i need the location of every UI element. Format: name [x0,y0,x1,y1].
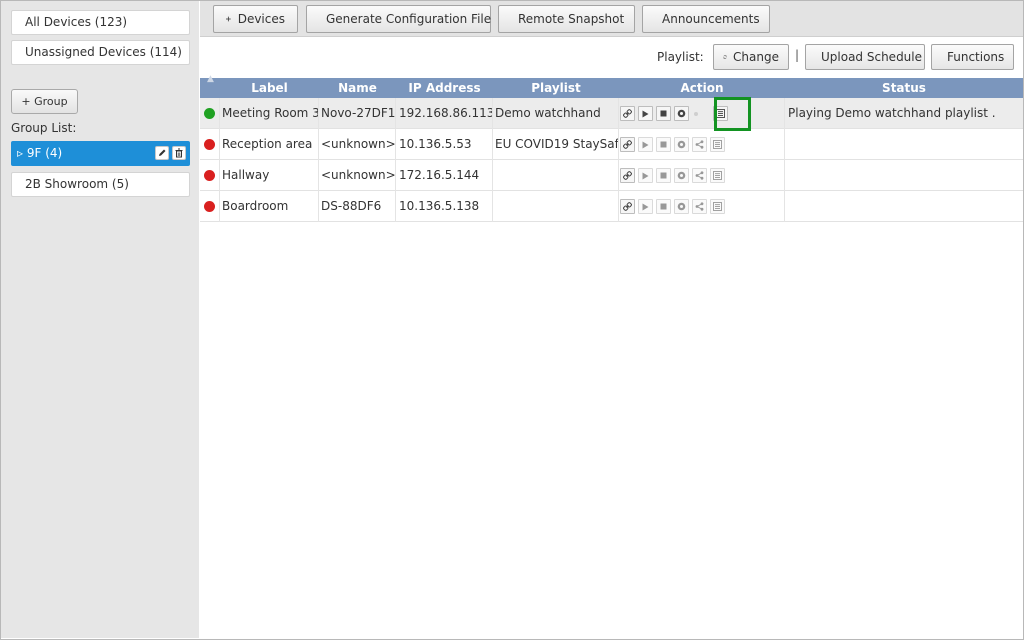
stop-icon [656,137,671,152]
stop-icon [656,199,671,214]
cell-ip: 10.136.5.138 [396,191,493,222]
playlist-label: Playlist: [657,50,704,64]
column-header-action: Action [680,81,724,95]
action-buttons [620,168,725,183]
play-icon [638,199,653,214]
cell-playlist [493,191,619,222]
cell-status [785,160,1023,191]
action-buttons [620,137,725,152]
sort-caret-icon: ▲ [207,74,214,84]
cell-status-indicator [200,98,220,129]
change-label: Change [733,50,779,64]
column-header-status[interactable]: Status [785,78,1023,98]
link-icon[interactable] [620,168,635,183]
gear-icon [674,168,689,183]
gear-icon[interactable] [674,106,689,121]
cell-status [785,129,1023,160]
status-dot-icon [204,139,215,150]
cell-label: Reception area [220,129,319,160]
status-dot-icon [204,170,215,181]
cell-name: <unknown> [319,160,396,191]
column-header-name[interactable]: Name [319,78,396,98]
table-row[interactable]: Boardroom DS-88DF6 10.136.5.138 [200,191,1023,222]
cell-ip: 10.136.5.53 [396,129,493,160]
refresh-icon [723,55,727,59]
cell-status-indicator [200,191,220,222]
cell-label: Meeting Room 3 [220,98,319,129]
functions-button[interactable]: Functions [931,44,1014,70]
table-row[interactable]: Reception area <unknown> 10.136.5.53 EU COV… [200,129,1023,160]
group-item-9f[interactable]: ▹ 9F (4) [11,141,190,166]
cell-status: Playing Demo watchhand playlist . [788,106,996,120]
cell-label: Hallway [220,160,319,191]
remote-snapshot-button[interactable]: Remote Snapshot [498,5,635,33]
cell-status-indicator [200,129,220,160]
group-item-2b-showroom[interactable]: 2B Showroom (5) [11,172,190,197]
all-devices-button[interactable]: All Devices (123) [11,10,190,35]
status-dot-icon [204,108,215,119]
link-icon[interactable] [620,199,635,214]
list-icon [710,168,725,183]
column-header-playlist[interactable]: Playlist [493,78,619,98]
play-icon [638,168,653,183]
trash-icon[interactable] [172,146,186,160]
table-row[interactable]: Meeting Room 3 Novo-27DF1 192.168.86.113 De… [200,98,1023,129]
cell-playlist: Demo watchhand [493,98,619,129]
unassigned-devices-button[interactable]: Unassigned Devices (114) [11,40,190,65]
play-icon [638,137,653,152]
group-list-label: Group List: [11,121,77,135]
list-icon [710,199,725,214]
cell-name: Novo-27DF1 [319,98,396,129]
generate-config-button[interactable]: Generate Configuration File [306,5,491,33]
play-icon[interactable] [638,106,653,121]
top-toolbar: Devices Generate Configuration File Remo… [200,1,1023,37]
column-header-ip[interactable]: IP Address [396,78,493,98]
cell-ip: 192.168.86.113 [396,98,493,129]
column-header-label[interactable]: Label [220,78,319,98]
cell-playlist [493,160,619,191]
generate-config-label: Generate Configuration File [326,12,492,26]
table-row[interactable]: Hallway <unknown> 172.16.5.144 [200,160,1023,191]
announcements-button[interactable]: Announcements [642,5,770,33]
remote-snapshot-label: Remote Snapshot [518,12,625,26]
cell-status-indicator [200,160,220,191]
cell-status [785,191,1023,222]
action-buttons [620,106,728,121]
add-devices-button[interactable]: Devices [213,5,298,33]
change-playlist-button[interactable]: Change [713,44,789,70]
share-icon [692,168,707,183]
upload-schedule-label: Upload Schedule [821,50,923,64]
gear-icon [674,137,689,152]
cell-name: DS-88DF6 [319,191,396,222]
status-dot-icon [204,201,215,212]
stop-icon[interactable] [656,106,671,121]
highlighted-action-button [714,97,751,131]
dot-icon [692,106,700,121]
cell-ip: 172.16.5.144 [396,160,493,191]
action-buttons [620,199,725,214]
devices-label: Devices [237,12,285,26]
add-group-button[interactable]: + Group [11,89,78,114]
cell-playlist: EU COVID19 StaySafe [493,129,619,160]
announcements-label: Announcements [662,12,760,26]
stop-icon [656,168,671,183]
share-icon [692,137,707,152]
cell-label: Boardroom [220,191,319,222]
gear-icon [674,199,689,214]
link-icon[interactable] [620,137,635,152]
table-header: Label Name IP Address Playlist Action St… [200,78,1023,98]
upload-schedule-button[interactable]: Upload Schedule [805,44,925,70]
toolbar-separator: | [795,48,800,62]
pencil-icon[interactable] [155,146,169,160]
functions-label: Functions [947,50,1005,64]
plus-icon [226,16,231,22]
group-item-label: ▹ 9F (4) [17,146,63,160]
list-icon [710,137,725,152]
share-icon [692,199,707,214]
sidebar: All Devices (123) Unassigned Devices (11… [1,1,199,638]
link-icon[interactable] [620,106,635,121]
cell-name: <unknown> [319,129,396,160]
